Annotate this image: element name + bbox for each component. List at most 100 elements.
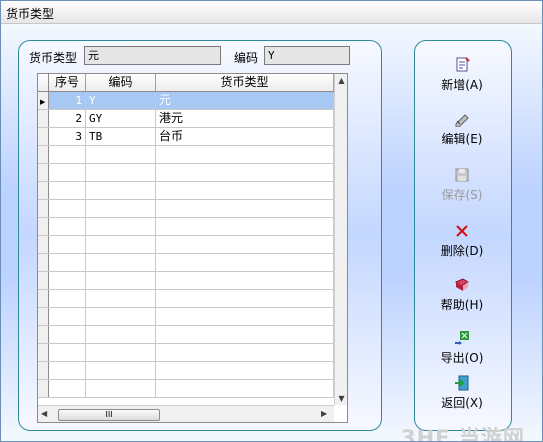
cell-code: [86, 272, 156, 289]
cell-currency-type: 台币: [156, 128, 334, 145]
help-button-label: 帮助(H): [440, 298, 484, 312]
cell-seq: [49, 380, 86, 397]
scroll-up-arrow-icon[interactable]: ▲: [335, 76, 347, 85]
watermark-logo: 3HE 当游网: [401, 426, 525, 442]
cell-code: TB: [86, 128, 156, 145]
cell-currency-type: [156, 164, 334, 181]
cell-seq: [49, 182, 86, 199]
empty-table-row[interactable]: [38, 146, 334, 164]
table-row[interactable]: 3 TB 台币: [38, 128, 334, 146]
grid-header: 序号 编码 货币类型: [38, 74, 334, 92]
horizontal-scrollbar[interactable]: ◀ III ▶: [38, 405, 334, 422]
cell-code: [86, 218, 156, 235]
export-excel-icon: [454, 330, 470, 346]
cell-currency-type: [156, 218, 334, 235]
row-indicator: [38, 128, 49, 145]
cell-seq: [49, 218, 86, 235]
cell-seq: [49, 254, 86, 271]
empty-table-row[interactable]: [38, 218, 334, 236]
currency-type-window: 货币类型 货币类型 元 编码 Y 序号 编码 货币类型 ▶ 1 Y 元 2 GY 港元 3 TB…: [0, 0, 543, 442]
empty-table-row[interactable]: [38, 200, 334, 218]
cell-seq: [49, 344, 86, 361]
cell-code: [86, 182, 156, 199]
cell-currency-type: [156, 200, 334, 217]
export-button-label: 导出(O): [440, 351, 484, 365]
return-button-label: 返回(X): [441, 396, 483, 410]
column-header-currency-type[interactable]: 货币类型: [156, 74, 334, 91]
save-floppy-icon: [454, 167, 470, 183]
row-indicator: ▶: [38, 92, 49, 109]
export-button[interactable]: 导出(O): [422, 330, 502, 374]
cell-code: [86, 200, 156, 217]
scroll-left-arrow-icon[interactable]: ◀: [41, 409, 47, 418]
window-title: 货币类型: [6, 7, 55, 21]
delete-button-label: 删除(D): [440, 244, 484, 258]
empty-table-row[interactable]: [38, 290, 334, 308]
cell-currency-type: [156, 362, 334, 379]
add-button[interactable]: 新增(A): [422, 57, 502, 101]
empty-table-row[interactable]: [38, 236, 334, 254]
cell-currency-type: [156, 254, 334, 271]
row-indicator: [38, 362, 49, 379]
empty-table-row[interactable]: [38, 272, 334, 290]
save-button[interactable]: 保存(S): [422, 167, 502, 211]
scroll-right-arrow-icon[interactable]: ▶: [321, 409, 327, 418]
empty-table-row[interactable]: [38, 308, 334, 326]
cell-seq: [49, 200, 86, 217]
help-book-icon: [454, 277, 470, 293]
empty-table-row[interactable]: [38, 182, 334, 200]
cell-seq: 3: [49, 128, 86, 145]
cell-code: [86, 344, 156, 361]
cell-currency-type: [156, 182, 334, 199]
cell-code: [86, 146, 156, 163]
current-row-arrow-icon: ▶: [40, 98, 46, 106]
cell-currency-type: [156, 308, 334, 325]
cell-seq: [49, 146, 86, 163]
row-indicator: [38, 218, 49, 235]
table-row[interactable]: ▶ 1 Y 元: [38, 92, 334, 110]
empty-table-row[interactable]: [38, 164, 334, 182]
cell-code: [86, 164, 156, 181]
return-button[interactable]: 返回(X): [422, 375, 502, 419]
cell-seq: 2: [49, 110, 86, 127]
row-indicator: [38, 344, 49, 361]
help-button[interactable]: 帮助(H): [422, 277, 502, 321]
empty-table-row[interactable]: [38, 326, 334, 344]
exit-door-icon: [454, 375, 470, 391]
currency-type-field[interactable]: 元: [84, 46, 221, 65]
edit-button[interactable]: 编辑(E): [422, 111, 502, 155]
empty-table-row[interactable]: [38, 362, 334, 380]
header-indicator-cell: [38, 74, 49, 91]
cell-seq: [49, 362, 86, 379]
row-indicator: [38, 146, 49, 163]
save-button-label: 保存(S): [441, 188, 483, 202]
client-area: 货币类型 元 编码 Y 序号 编码 货币类型 ▶ 1 Y 元 2 GY 港元 3 TB 台币 ▲ …: [1, 24, 542, 441]
code-field[interactable]: Y: [264, 46, 350, 65]
column-header-seq[interactable]: 序号: [49, 74, 86, 91]
currency-grid[interactable]: 序号 编码 货币类型 ▶ 1 Y 元 2 GY 港元 3 TB 台币 ▲ ▼ ◀ III ▶: [37, 73, 348, 423]
row-indicator: [38, 290, 49, 307]
vertical-scrollbar[interactable]: ▲ ▼: [334, 74, 347, 405]
cell-code: [86, 254, 156, 271]
title-bar: 货币类型: [1, 1, 542, 24]
cell-seq: [49, 236, 86, 253]
column-header-code[interactable]: 编码: [86, 74, 156, 91]
horizontal-scroll-thumb[interactable]: III: [58, 409, 160, 421]
cell-seq: [49, 308, 86, 325]
edit-button-label: 编辑(E): [441, 132, 483, 146]
new-document-icon: [454, 57, 470, 73]
scroll-down-arrow-icon[interactable]: ▼: [335, 394, 347, 403]
edit-pencil-icon: [454, 111, 470, 128]
cell-currency-type: [156, 146, 334, 163]
cell-code: GY: [86, 110, 156, 127]
empty-table-row[interactable]: [38, 344, 334, 362]
cell-code: [86, 326, 156, 343]
empty-table-row[interactable]: [38, 254, 334, 272]
currency-type-label: 货币类型: [29, 51, 78, 65]
delete-button[interactable]: 删除(D): [422, 223, 502, 267]
empty-table-row[interactable]: [38, 380, 334, 398]
cell-code: [86, 308, 156, 325]
cell-currency-type: [156, 272, 334, 289]
table-row[interactable]: 2 GY 港元: [38, 110, 334, 128]
cell-currency-type: [156, 344, 334, 361]
